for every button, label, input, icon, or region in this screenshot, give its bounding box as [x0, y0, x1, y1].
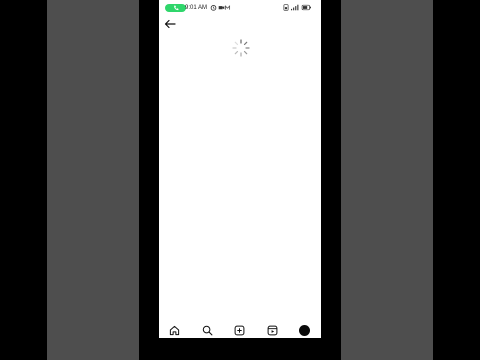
- status-time: 9:01 AM: [185, 5, 208, 11]
- notification-icon: [224, 5, 231, 10]
- bottom-navigation: [159, 322, 321, 338]
- create-post-icon[interactable]: [234, 325, 245, 336]
- screen-bottom-edge: [139, 338, 341, 360]
- home-icon[interactable]: [169, 325, 180, 336]
- reels-icon[interactable]: [267, 325, 278, 336]
- alarm-icon: [210, 5, 217, 11]
- battery-icon: [301, 4, 311, 11]
- loading-spinner-icon: [232, 39, 250, 57]
- profile-avatar[interactable]: [299, 325, 310, 336]
- video-side-panel-left: [47, 0, 139, 360]
- status-bar: 9:01 AM: [159, 2, 321, 13]
- call-pill-icon[interactable]: [165, 4, 186, 12]
- phone-screen: 9:01 AM: [159, 0, 321, 338]
- sim-icon: [283, 4, 289, 11]
- signal-icon: [291, 4, 299, 11]
- video-side-panel-right: [341, 0, 433, 360]
- search-icon[interactable]: [202, 325, 213, 336]
- back-arrow-icon[interactable]: [164, 18, 176, 30]
